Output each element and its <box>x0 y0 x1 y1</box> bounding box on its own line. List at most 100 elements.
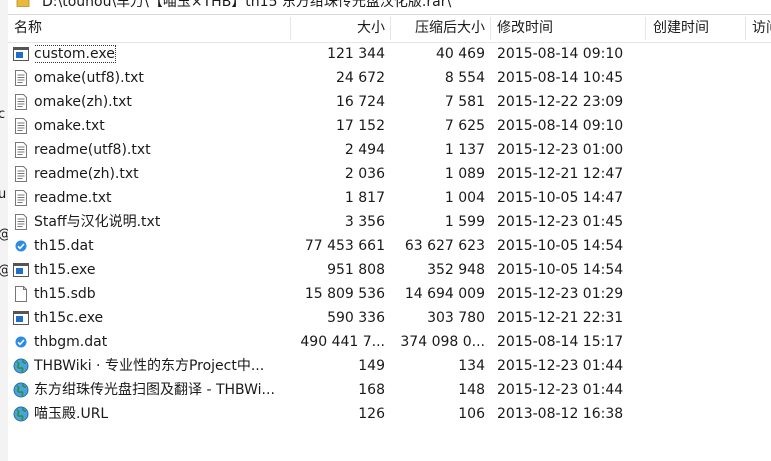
file-name: THBWiki · 专业性的东方Project中... <box>34 354 296 378</box>
file-name: custom.exe <box>34 42 296 66</box>
column-header-modified[interactable]: 修改时间 <box>497 15 647 42</box>
file-packed-size: 374 098 0... <box>400 334 485 350</box>
text-file-icon <box>13 94 29 110</box>
file-row[interactable]: readme(zh).txt 2 036 1 089 2015-12-21 12:47 <box>8 162 771 186</box>
file-size: 149 <box>358 358 385 374</box>
file-modified: 2015-12-23 01:29 <box>497 286 624 302</box>
file-modified: 2015-12-22 23:09 <box>497 94 624 110</box>
file-row[interactable]: th15.exe 951 808 352 948 2015-10-05 14:54 <box>8 258 771 282</box>
file-name-label: 喵玉殿.URL <box>34 406 109 422</box>
file-row[interactable]: omake.txt 17 152 7 625 2015-08-14 09:10 <box>8 114 771 138</box>
file-row[interactable]: Staff与汉化说明.txt 3 356 1 599 2015-12-23 01:45 <box>8 210 771 234</box>
file-size: 2 494 <box>344 142 385 158</box>
file-size: 951 808 <box>327 262 385 278</box>
file-packed-size: 134 <box>458 358 485 374</box>
blank-file-icon <box>13 286 29 302</box>
file-packed-size: 40 469 <box>436 46 485 62</box>
file-modified: 2015-10-05 14:54 <box>497 238 624 254</box>
file-modified: 2015-08-14 09:10 <box>497 46 624 62</box>
text-file-icon <box>13 166 29 182</box>
file-size: 2 036 <box>344 166 385 182</box>
file-row[interactable]: 东方绀珠传光盘扫图及翻译 - THBWi... 168 148 2015-12-23 … <box>8 378 771 402</box>
file-row[interactable]: readme(utf8).txt 2 494 1 137 2015-12-23 01:… <box>8 138 771 162</box>
file-size: 16 724 <box>336 94 385 110</box>
globe-icon <box>13 406 29 422</box>
file-modified: 2015-12-21 22:31 <box>497 310 624 326</box>
file-packed-size: 1 599 <box>444 214 485 230</box>
column-divider[interactable] <box>645 17 646 40</box>
file-row[interactable]: th15.dat 77 453 661 63 627 623 2015-10-05 1… <box>8 234 771 258</box>
file-row[interactable]: thbgm.dat 490 441 7... 374 098 0... 2015-08… <box>8 330 771 354</box>
file-row[interactable]: 喵玉殿.URL 126 106 2013-08-12 16:38 <box>8 402 771 426</box>
file-size: 490 441 7... <box>300 334 385 350</box>
file-size: 121 344 <box>327 46 385 62</box>
left-edge-glyph: @ <box>0 263 8 278</box>
file-size: 77 453 661 <box>304 238 385 254</box>
file-modified: 2015-08-14 09:10 <box>497 118 624 134</box>
file-name: th15.sdb <box>34 282 296 306</box>
file-name: omake.txt <box>34 114 296 138</box>
column-header-packed-size[interactable]: 压缩后大小 <box>391 15 485 42</box>
file-packed-size: 7 625 <box>444 118 485 134</box>
globe-icon <box>13 358 29 374</box>
file-row[interactable]: omake(utf8).txt 24 672 8 554 2015-08-14 10:… <box>8 66 771 90</box>
file-name: omake(zh).txt <box>34 90 296 114</box>
dat-icon <box>13 238 29 254</box>
column-header: 名称 大小 压缩后大小 修改时间 创建时间 访问 <box>8 15 771 43</box>
file-row[interactable]: th15c.exe 590 336 303 780 2015-12-21 22:31 <box>8 306 771 330</box>
file-row[interactable]: custom.exe 121 344 40 469 2015-08-14 09:10 <box>8 42 771 66</box>
exe-icon <box>13 46 29 62</box>
file-packed-size: 8 554 <box>444 70 485 86</box>
file-modified: 2015-08-14 15:17 <box>497 334 624 350</box>
file-name: omake(utf8).txt <box>34 66 296 90</box>
file-name: th15c.exe <box>34 306 296 330</box>
file-name: th15.exe <box>34 258 296 282</box>
file-list: custom.exe 121 344 40 469 2015-08-14 09:10 o… <box>8 42 771 426</box>
file-packed-size: 352 948 <box>427 262 485 278</box>
file-packed-size: 1 004 <box>444 190 485 206</box>
file-size: 3 356 <box>344 214 385 230</box>
file-packed-size: 14 694 009 <box>404 286 485 302</box>
column-header-created[interactable]: 创建时间 <box>653 15 753 42</box>
column-divider[interactable] <box>290 17 291 40</box>
file-name-label: readme(zh).txt <box>34 166 139 182</box>
file-modified: 2015-12-23 01:44 <box>497 358 624 374</box>
file-name: readme(utf8).txt <box>34 138 296 162</box>
dat-icon <box>13 334 29 350</box>
text-file-icon <box>13 190 29 206</box>
column-header-accessed[interactable]: 访问 <box>752 15 771 42</box>
file-size: 17 152 <box>336 118 385 134</box>
globe-icon <box>13 382 29 398</box>
file-name-label: omake(zh).txt <box>34 94 132 110</box>
file-name: 喵玉殿.URL <box>34 402 296 426</box>
file-row[interactable]: THBWiki · 专业性的东方Project中... 149 134 2015-12… <box>8 354 771 378</box>
file-name-label: Staff与汉化说明.txt <box>34 214 161 230</box>
column-divider[interactable] <box>490 17 491 40</box>
file-row[interactable]: th15.sdb 15 809 536 14 694 009 2015-12-23 0… <box>8 282 771 306</box>
file-row[interactable]: readme.txt 1 817 1 004 2015-10-05 14:47 <box>8 186 771 210</box>
file-modified: 2015-10-05 14:47 <box>497 190 624 206</box>
file-size: 590 336 <box>327 310 385 326</box>
file-row[interactable]: omake(zh).txt 16 724 7 581 2015-12-22 23:09 <box>8 90 771 114</box>
left-edge-glyph: c <box>0 107 6 122</box>
file-name: 东方绀珠传光盘扫图及翻译 - THBWi... <box>34 378 296 402</box>
address-bar[interactable]: D:\touhou\车万\【喵玉×THB】th15 东方绀珠传光盘汉化版.rar… <box>8 0 771 15</box>
column-header-name[interactable]: 名称 <box>14 15 214 42</box>
file-name-label: THBWiki · 专业性的东方Project中... <box>34 358 265 374</box>
column-divider[interactable] <box>745 17 746 40</box>
file-size: 15 809 536 <box>304 286 385 302</box>
file-packed-size: 7 581 <box>444 94 485 110</box>
file-name-label: thbgm.dat <box>34 334 108 350</box>
file-packed-size: 63 627 623 <box>404 238 485 254</box>
file-name-label: th15.dat <box>34 238 94 254</box>
file-packed-size: 303 780 <box>427 310 485 326</box>
left-edge-glyph: u <box>0 187 7 202</box>
file-name-label: th15.exe <box>34 262 96 278</box>
file-modified: 2015-10-05 14:54 <box>497 262 624 278</box>
text-file-icon <box>13 118 29 134</box>
file-size: 24 672 <box>336 70 385 86</box>
column-header-size[interactable]: 大小 <box>294 15 385 42</box>
file-packed-size: 148 <box>458 382 485 398</box>
left-edge-glyph: @ <box>0 227 8 242</box>
file-modified: 2015-12-23 01:45 <box>497 214 624 230</box>
